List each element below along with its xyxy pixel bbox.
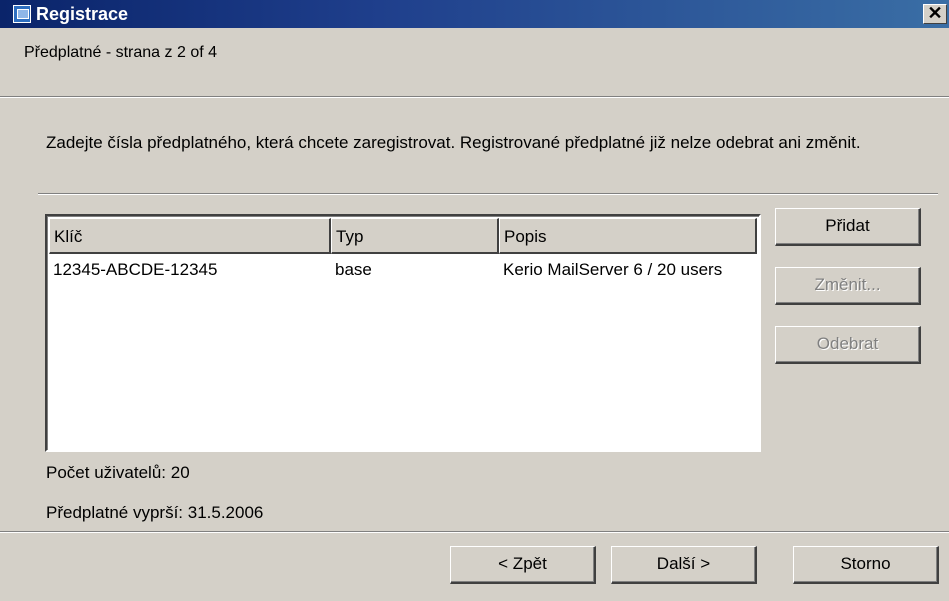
column-header-type[interactable]: Typ [331, 218, 499, 254]
subscription-list[interactable]: Klíč Typ Popis 12345-ABCDE-12345 base Ke… [45, 214, 761, 452]
footer-divider [0, 531, 949, 533]
cell-description: Kerio MailServer 6 / 20 users [503, 260, 723, 279]
column-header-description[interactable]: Popis [499, 218, 757, 254]
instructions-divider [38, 193, 938, 195]
table-row[interactable]: 12345-ABCDE-12345 base Kerio MailServer … [49, 258, 759, 282]
expiry-label: Předplatné vyprší: 31.5.2006 [46, 503, 264, 522]
add-button[interactable]: Přidat [775, 208, 921, 246]
registration-app-icon [13, 5, 31, 23]
header-divider [0, 96, 949, 98]
close-button[interactable]: ✕ [923, 4, 947, 24]
window-title: Registrace [36, 4, 129, 24]
title-bar: Registrace ✕ [0, 0, 949, 28]
cell-key: 12345-ABCDE-12345 [53, 260, 218, 279]
user-count-label: Počet uživatelů: 20 [46, 463, 190, 482]
next-button[interactable]: Další > [611, 546, 757, 584]
cell-type: base [335, 260, 372, 279]
change-button[interactable]: Změnit... [775, 267, 921, 305]
list-header: Klíč Typ Popis [49, 218, 759, 254]
remove-button[interactable]: Odebrat [775, 326, 921, 364]
cancel-button[interactable]: Storno [793, 546, 939, 584]
back-button[interactable]: < Zpět [450, 546, 596, 584]
page-title: Předplatné - strana z 2 of 4 [24, 44, 217, 61]
column-header-key[interactable]: Klíč [49, 218, 331, 254]
instructions-text: Zadejte čísla předplatného, která chcete… [46, 133, 861, 152]
